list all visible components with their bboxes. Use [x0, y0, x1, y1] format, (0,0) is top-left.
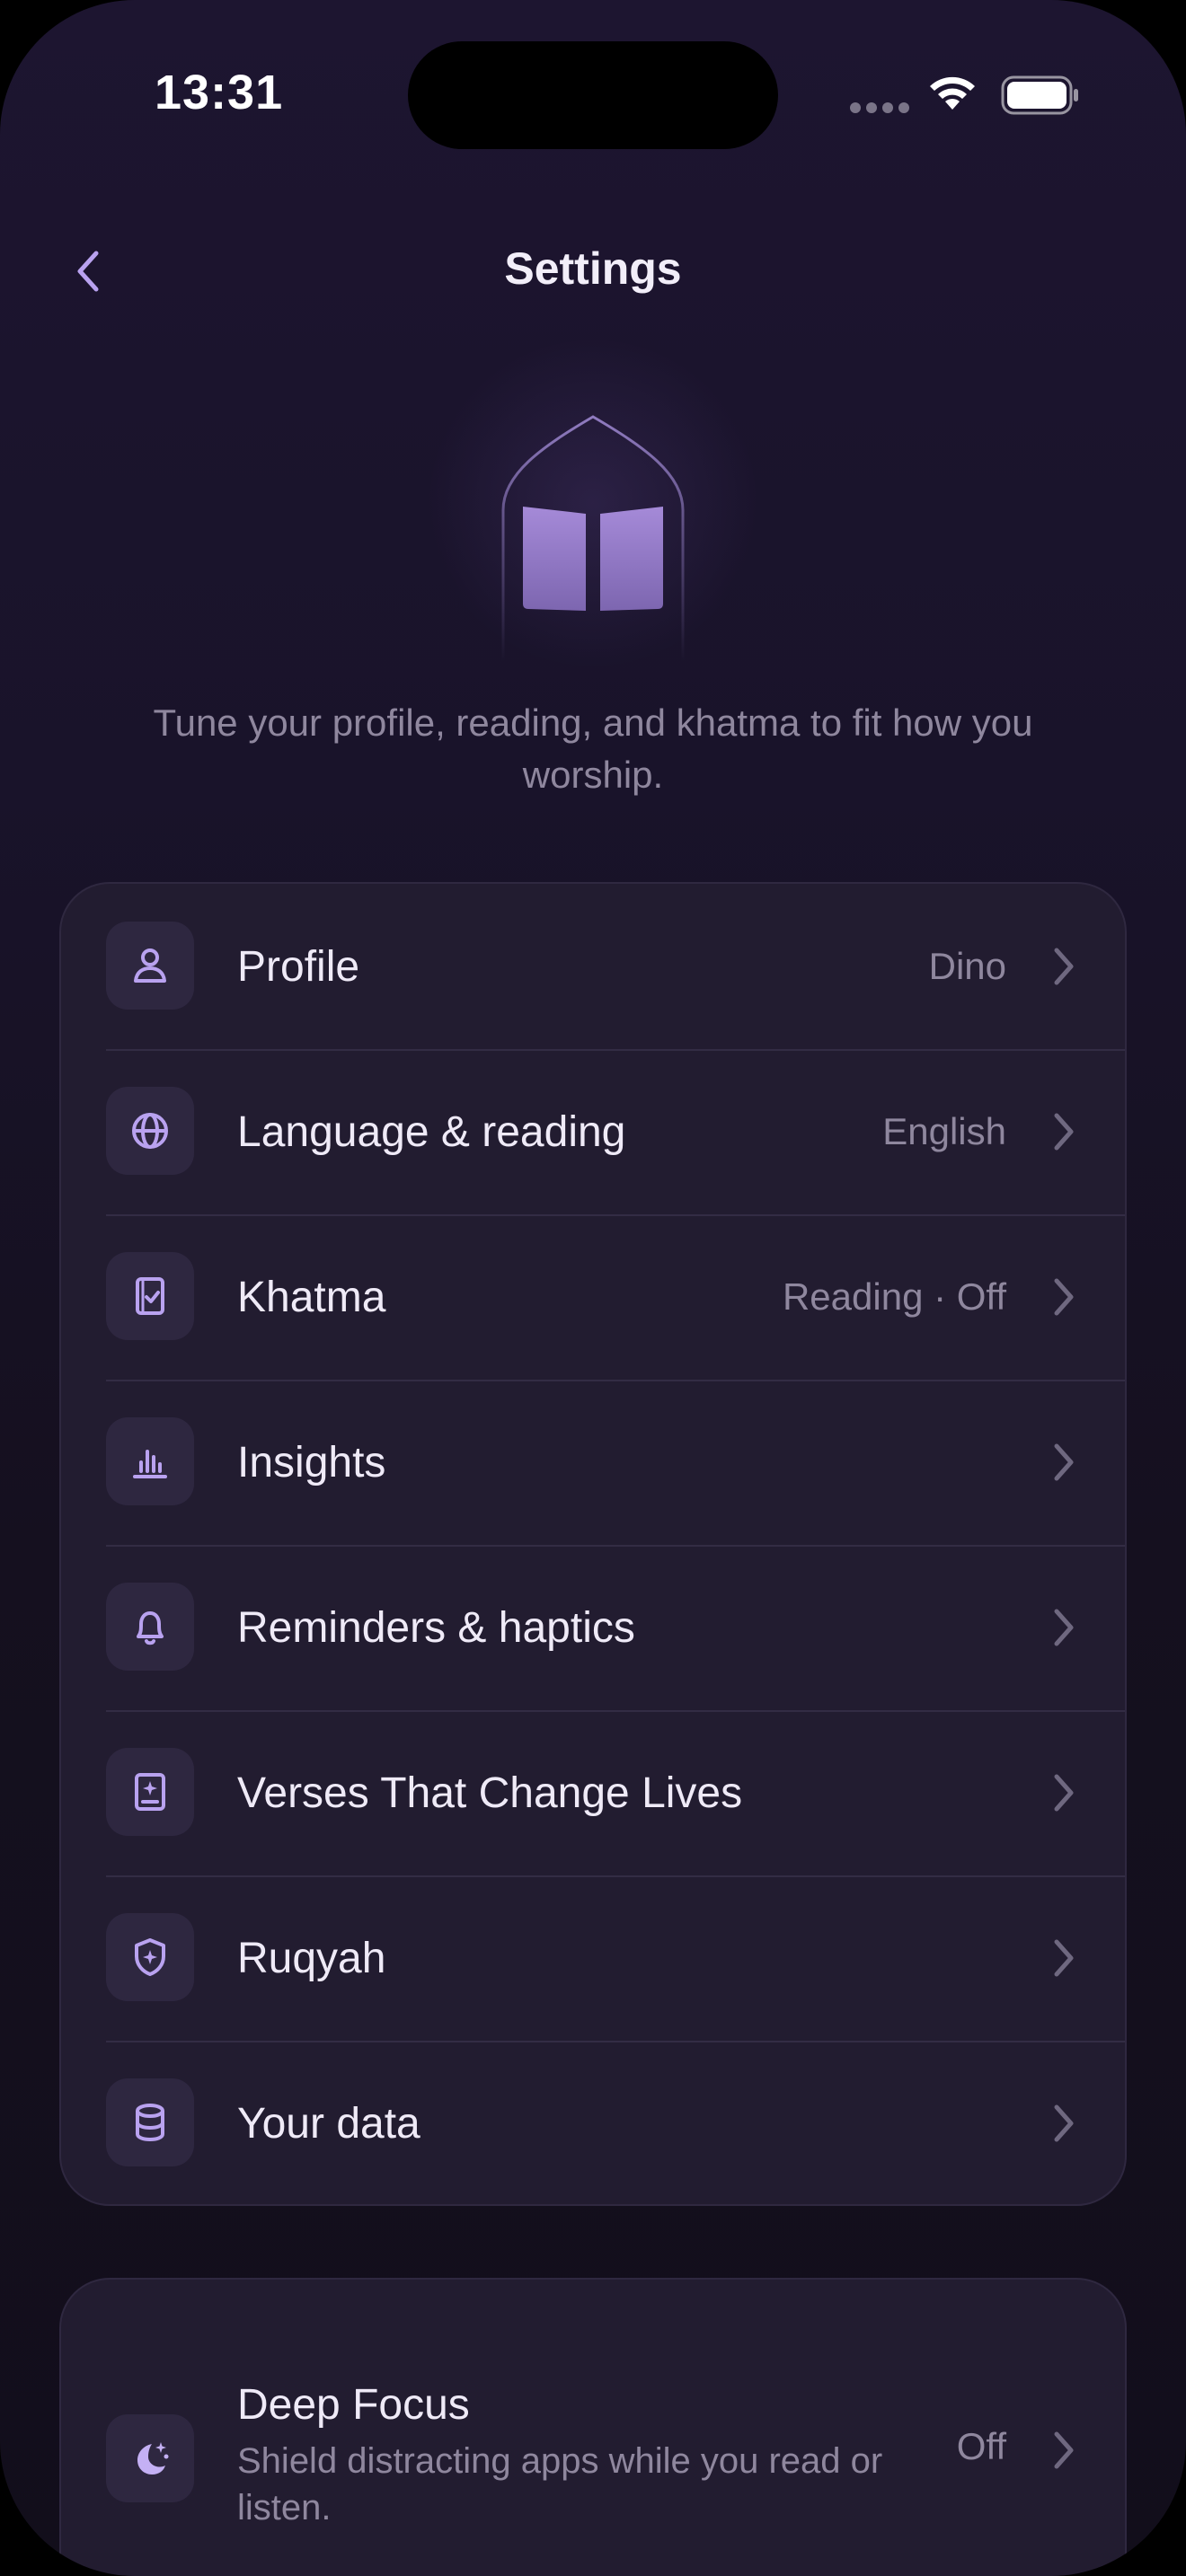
deep-focus-card: Deep Focus Shield distracting apps while…	[59, 2278, 1127, 2576]
chevron-right-icon	[1054, 948, 1074, 985]
settings-row-profile[interactable]: Profile Dino	[61, 884, 1125, 1049]
bell-icon	[106, 1583, 194, 1671]
settings-row-label: Ruqyah	[237, 1934, 386, 1982]
settings-row-label: Your data	[237, 2099, 420, 2148]
settings-row-language[interactable]: Language & reading English	[61, 1049, 1125, 1214]
chevron-right-icon	[1054, 1113, 1074, 1151]
settings-row-label: Verses That Change Lives	[237, 1769, 743, 1817]
chevron-right-icon	[1054, 2431, 1074, 2469]
bar-chart-icon	[106, 1417, 194, 1505]
chevron-right-icon	[1054, 2104, 1074, 2142]
book-check-icon	[106, 1252, 194, 1340]
deep-focus-title: Deep Focus	[237, 2381, 470, 2429]
chevron-right-icon	[1054, 1443, 1074, 1481]
person-icon	[106, 922, 194, 1010]
settings-row-label: Insights	[237, 1438, 386, 1486]
settings-row-value: English	[882, 1110, 1006, 1152]
open-book-arch-icon	[501, 415, 685, 661]
deep-focus-value: Off	[956, 2425, 1006, 2467]
settings-row-reminders[interactable]: Reminders & haptics	[61, 1545, 1125, 1710]
moon-stars-icon	[106, 2414, 194, 2502]
settings-row-verses[interactable]: Verses That Change Lives	[61, 1710, 1125, 1875]
chevron-right-icon	[1054, 1939, 1074, 1977]
deep-focus-description: Shield distracting apps while you read o…	[237, 2441, 883, 2527]
settings-row-value: Reading · Off	[782, 1275, 1006, 1318]
settings-row-value: Dino	[928, 945, 1006, 987]
wifi-icon	[930, 76, 975, 110]
settings-row-khatma[interactable]: Khatma Reading · Off	[61, 1214, 1125, 1380]
cellular-signal-icon	[850, 102, 909, 113]
settings-card: Profile Dino Language & reading English …	[59, 882, 1127, 2206]
sparkle-page-icon	[106, 1748, 194, 1836]
chevron-right-icon	[1054, 1774, 1074, 1812]
deep-focus-row[interactable]: Deep Focus Shield distracting apps while…	[61, 2280, 1125, 2576]
settings-row-insights[interactable]: Insights	[61, 1380, 1125, 1545]
settings-subtitle: Tune your profile, reading, and khatma t…	[153, 701, 1033, 796]
page-title: Settings	[504, 243, 682, 294]
chevron-right-icon	[1054, 1278, 1074, 1316]
database-icon	[106, 2078, 194, 2166]
status-time: 13:31	[155, 66, 284, 119]
settings-row-data[interactable]: Your data	[61, 2041, 1125, 2204]
dynamic-island	[408, 41, 778, 149]
shield-icon	[106, 1913, 194, 2001]
battery-icon	[1001, 75, 1078, 115]
settings-row-label: Profile	[237, 942, 360, 991]
settings-row-label: Reminders & haptics	[237, 1603, 635, 1652]
settings-row-label: Language & reading	[237, 1107, 626, 1156]
chevron-right-icon	[1054, 1609, 1074, 1646]
settings-row-label: Khatma	[237, 1273, 386, 1321]
phone-screen: 13:31 Settings Tune your profile, readin…	[0, 0, 1186, 2576]
globe-icon	[106, 1087, 194, 1175]
settings-row-ruqyah[interactable]: Ruqyah	[61, 1875, 1125, 2041]
